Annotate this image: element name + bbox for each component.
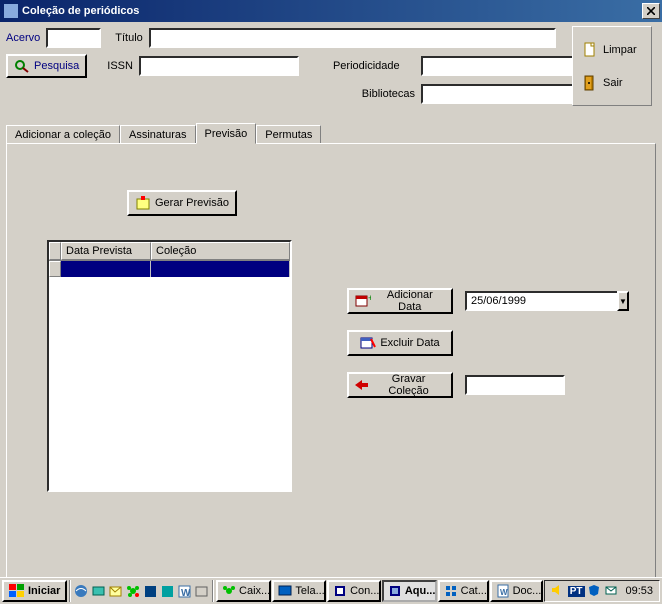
taskbar-divider [69, 580, 71, 602]
task-button[interactable]: WDoc... [490, 580, 543, 602]
acervo-label: Acervo [6, 32, 40, 44]
window-body: Acervo Título Pesquisa ISSN Periodicidad… [0, 22, 662, 577]
limpar-button[interactable]: Limpar [575, 42, 649, 58]
start-button[interactable]: Iniciar [2, 580, 67, 602]
taskbar-divider [212, 580, 214, 602]
tray-speaker-icon[interactable] [551, 584, 565, 598]
app-icon [4, 4, 18, 18]
grid-corner [49, 242, 61, 260]
taskbar: Iniciar W Caix... Tela... Con... Aqu... … [0, 577, 662, 604]
monitor-icon [278, 584, 292, 598]
issn-label: ISSN [107, 60, 133, 72]
grid-row-selected[interactable] [49, 261, 290, 277]
colecao-input[interactable] [465, 375, 565, 395]
tabs: Adicionar a coleção Assinaturas Previsão… [6, 122, 656, 143]
titulo-input[interactable] [149, 28, 556, 48]
tab-adicionar[interactable]: Adicionar a coleção [6, 125, 120, 144]
pesquisa-button[interactable]: Pesquisa [6, 54, 87, 78]
tray-shield-icon[interactable] [588, 584, 602, 598]
task-button[interactable]: Cat... [438, 580, 489, 602]
quicklaunch-outlook-icon[interactable] [108, 582, 124, 600]
previsao-grid[interactable]: Data Prevista Coleção [47, 240, 292, 492]
quicklaunch-app2-icon[interactable] [159, 582, 175, 600]
system-tray: PT 09:53 [544, 580, 660, 602]
bibliotecas-dropdown[interactable]: ▼ [421, 84, 556, 104]
grid-cell[interactable] [151, 261, 290, 277]
date-input[interactable] [465, 291, 617, 311]
search-icon [14, 59, 30, 73]
windows-logo-icon [9, 584, 25, 598]
app-icon [388, 584, 402, 598]
door-exit-icon [583, 75, 597, 91]
bibliotecas-label: Bibliotecas [362, 88, 415, 100]
gravar-colecao-button[interactable]: Gravar Coleção [347, 372, 453, 398]
tab-permutas[interactable]: Permutas [256, 125, 321, 144]
acervo-input[interactable] [46, 28, 101, 48]
row-header [49, 261, 61, 277]
word-doc-icon: W [496, 584, 510, 598]
quicklaunch-app1-icon[interactable] [142, 582, 158, 600]
bibliotecas-input[interactable] [421, 84, 573, 104]
page-icon [583, 42, 597, 58]
quicklaunch-icq-icon[interactable] [125, 582, 141, 600]
task-button[interactable]: Tela... [272, 580, 326, 602]
side-panel: Limpar Sair [572, 26, 652, 106]
window-title: Coleção de periódicos [22, 5, 139, 17]
svg-text:W: W [181, 588, 191, 599]
sair-button[interactable]: Sair [575, 75, 649, 91]
generate-icon [135, 195, 151, 211]
date-dropdown[interactable]: ▼ [465, 291, 565, 311]
periodicidade-input[interactable] [421, 56, 573, 76]
periodicidade-label: Periodicidade [333, 60, 400, 72]
close-button[interactable] [642, 3, 660, 19]
grid-col-colecao[interactable]: Coleção [151, 242, 290, 260]
excluir-data-button[interactable]: Excluir Data [347, 330, 453, 356]
app-icon [333, 584, 347, 598]
calendar-remove-icon [360, 336, 376, 350]
tray-mail-icon[interactable] [605, 584, 619, 598]
gerar-previsao-button[interactable]: Gerar Previsão [127, 190, 237, 216]
flower-icon [222, 584, 236, 598]
grid-icon [444, 584, 458, 598]
tray-clock[interactable]: 09:53 [626, 585, 654, 597]
calendar-add-icon: + [355, 294, 371, 308]
quicklaunch-app3-icon[interactable] [194, 582, 210, 600]
titlebar: Coleção de periódicos [0, 0, 662, 22]
tab-assinaturas[interactable]: Assinaturas [120, 125, 195, 144]
quicklaunch-word-icon[interactable]: W [177, 582, 193, 600]
task-button[interactable]: Con... [327, 580, 381, 602]
tab-previsao[interactable]: Previsão [196, 123, 257, 144]
tab-panel-previsao: Gerar Previsão Data Prevista Coleção [6, 143, 656, 583]
tray-language[interactable]: PT [568, 586, 585, 597]
periodicidade-dropdown[interactable]: ▼ [421, 56, 556, 76]
quicklaunch-ie-icon[interactable] [73, 582, 89, 600]
task-button[interactable]: Caix... [216, 580, 271, 602]
grid-col-data[interactable]: Data Prevista [61, 242, 151, 260]
task-button-active[interactable]: Aqu... [382, 580, 437, 602]
issn-input[interactable] [139, 56, 299, 76]
quicklaunch-desktop-icon[interactable] [91, 582, 107, 600]
svg-text:+: + [368, 294, 371, 303]
titulo-label: Título [115, 32, 143, 44]
chevron-down-icon[interactable]: ▼ [617, 291, 629, 311]
arrow-left-icon [355, 379, 368, 391]
adicionar-data-button[interactable]: + Adicionar Data [347, 288, 453, 314]
svg-text:W: W [500, 588, 508, 597]
grid-cell[interactable] [61, 261, 151, 277]
close-icon [647, 7, 655, 15]
